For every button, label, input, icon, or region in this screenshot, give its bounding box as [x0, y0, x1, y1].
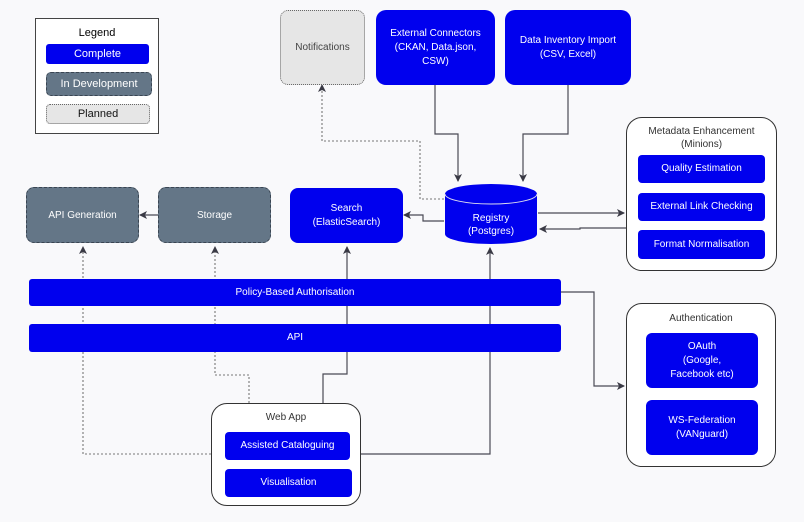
registry-label: Registry (Postgres)	[467, 213, 515, 237]
legend-in-development: In Development	[46, 72, 152, 96]
metadata-enhancement-group: Metadata Enhancement (Minions) Quality E…	[626, 117, 777, 271]
web-app-group: Web App Assisted Cataloguing Visualisati…	[211, 403, 361, 506]
authentication-title: Authentication	[669, 313, 733, 324]
policy-based-authorisation-bar[interactable]: Policy-Based Authorisation	[29, 279, 561, 306]
api-generation-node[interactable]: API Generation	[26, 187, 139, 243]
data-inventory-import-node[interactable]: Data Inventory Import (CSV, Excel)	[505, 10, 631, 85]
format-normalisation-node[interactable]: Format Normalisation	[638, 230, 765, 259]
external-link-checking-node[interactable]: External Link Checking	[638, 193, 765, 221]
edge-registry-to-notifications	[318, 84, 444, 200]
visualisation-node[interactable]: Visualisation	[225, 469, 352, 497]
edge-registry-to-search	[403, 211, 444, 222]
registry-node[interactable]: Registry (Postgres)	[444, 183, 538, 245]
web-app-title: Web App	[265, 412, 307, 423]
ws-federation-node[interactable]: WS-Federation (VANguard)	[646, 400, 758, 455]
oauth-node[interactable]: OAuth (Google, Facebook etc)	[646, 333, 758, 388]
quality-estimation-node[interactable]: Quality Estimation	[638, 155, 765, 183]
storage-node[interactable]: Storage	[158, 187, 271, 243]
edge-metadata-to-registry	[539, 225, 626, 233]
assisted-cataloguing-node[interactable]: Assisted Cataloguing	[225, 432, 350, 460]
edge-inventory-to-registry	[519, 85, 569, 182]
edge-policy-to-auth	[561, 291, 625, 390]
search-node[interactable]: Search (ElasticSearch)	[290, 188, 403, 243]
external-connectors-node[interactable]: External Connectors (CKAN, Data.json, CS…	[376, 10, 495, 85]
api-bar[interactable]: API	[29, 324, 561, 352]
legend-complete: Complete	[46, 44, 149, 64]
legend: Legend Complete In Development Planned	[35, 18, 159, 134]
authentication-group: Authentication OAuth (Google, Facebook e…	[626, 303, 776, 467]
metadata-enhancement-title: Metadata Enhancement (Minions)	[648, 126, 755, 150]
legend-title: Legend	[78, 27, 116, 39]
edge-external-to-registry	[434, 85, 462, 182]
legend-planned: Planned	[46, 104, 150, 124]
notifications-node[interactable]: Notifications	[280, 10, 365, 85]
